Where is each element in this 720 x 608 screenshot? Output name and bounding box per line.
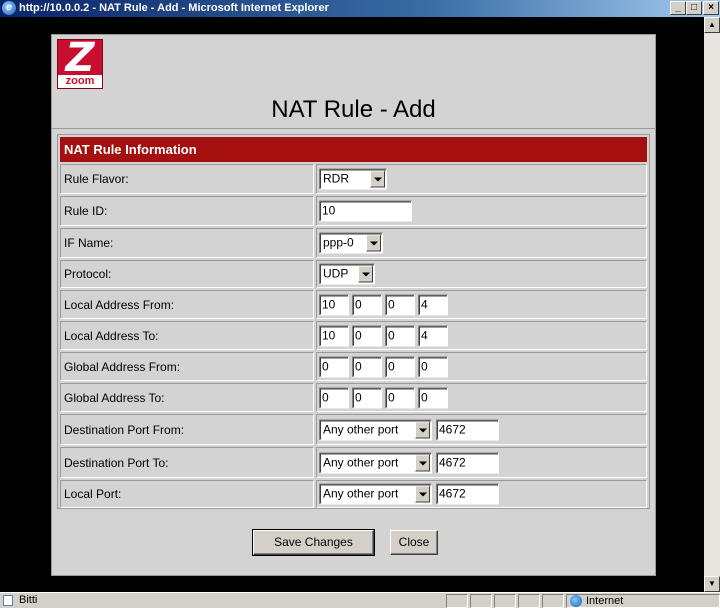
chevron-down-icon[interactable] <box>415 454 430 471</box>
page-panel: Z zoom NAT Rule - Add NAT Rule Informati… <box>51 34 656 576</box>
chevron-down-icon[interactable] <box>366 234 381 252</box>
destination-port-from-input[interactable]: 4672 <box>436 419 499 440</box>
vertical-scrollbar[interactable]: ▲ ▼ <box>704 17 720 592</box>
destination-port-to-select[interactable]: Any other port <box>319 452 432 473</box>
internet-zone-globe-icon <box>570 595 582 607</box>
local-address-to-label: Local Address To: <box>64 328 159 343</box>
close-button[interactable]: Close <box>390 530 438 555</box>
protocol-label: Protocol: <box>64 267 112 281</box>
page-title: NAT Rule - Add <box>271 96 436 123</box>
local-address-to-octet-2[interactable]: 0 <box>352 325 382 346</box>
global-address-to-octet-4[interactable]: 0 <box>418 387 448 408</box>
global-address-to-octet-3[interactable]: 0 <box>385 387 415 408</box>
destination-port-to-select-value: Any other port <box>323 455 399 469</box>
chevron-down-icon[interactable] <box>370 170 385 188</box>
local-port-select-value: Any other port <box>323 486 399 501</box>
chevron-down-icon[interactable] <box>358 265 373 283</box>
form-row-protocol: Protocol: UDP <box>60 260 647 288</box>
status-segment <box>446 594 468 608</box>
if-name-value: ppp-0 <box>323 235 354 250</box>
destination-port-to-input[interactable]: 4672 <box>436 452 499 473</box>
destination-port-to-label: Destination Port To: <box>64 455 169 470</box>
local-address-from-octet-1[interactable]: 10 <box>319 294 349 315</box>
destination-port-from-select-value: Any other port <box>323 422 399 436</box>
security-zone-panel: Internet <box>566 594 720 608</box>
form-row-if-name: IF Name: ppp-0 <box>60 228 647 258</box>
destination-port-from-select[interactable]: Any other port <box>319 419 432 440</box>
status-segment <box>542 594 564 608</box>
global-address-from-octet-4[interactable]: 0 <box>418 356 448 377</box>
chevron-down-icon[interactable] <box>415 485 430 503</box>
save-changes-button[interactable]: Save Changes <box>252 529 375 556</box>
local-address-from-octet-3[interactable]: 0 <box>385 294 415 315</box>
title-divider <box>52 128 655 129</box>
close-window-button[interactable]: × <box>703 1 719 15</box>
minimize-button[interactable]: _ <box>670 1 686 15</box>
destination-port-from-label: Destination Port From: <box>64 422 185 437</box>
global-address-from-octet-2[interactable]: 0 <box>352 356 382 377</box>
global-address-from-octet-3[interactable]: 0 <box>385 356 415 377</box>
if-name-select[interactable]: ppp-0 <box>319 232 383 254</box>
global-address-to-octet-1[interactable]: 0 <box>319 387 349 408</box>
rule-id-input[interactable]: 10 <box>319 200 412 222</box>
form-row-rule-id: Rule ID: 10 <box>60 196 647 226</box>
if-name-label: IF Name: <box>64 236 114 250</box>
local-address-from-octet-2[interactable]: 0 <box>352 294 382 315</box>
page-done-icon <box>3 595 13 606</box>
rule-flavor-label: Rule Flavor: <box>64 172 129 186</box>
rule-flavor-select[interactable]: RDR <box>319 168 387 190</box>
scroll-down-arrow-icon[interactable]: ▼ <box>704 576 720 592</box>
form-row-destination-port-from: Destination Port From: Any other port 46… <box>60 414 647 445</box>
local-port-select[interactable]: Any other port <box>319 483 432 505</box>
status-segment <box>470 594 492 608</box>
local-port-input[interactable]: 4672 <box>436 483 499 505</box>
local-port-label: Local Port: <box>64 487 122 501</box>
form-row-global-address-to: Global Address To: 0 0 0 0 <box>60 383 647 412</box>
local-address-to-octet-4[interactable]: 4 <box>418 325 448 346</box>
zoom-logo-glyph: Z <box>65 35 95 81</box>
status-bar: Bitti Internet <box>0 592 720 608</box>
window-title: http://10.0.0.2 - NAT Rule - Add - Micro… <box>19 2 329 14</box>
zoom-logo-text: zoom <box>58 75 102 88</box>
form-row-global-address-from: Global Address From: 0 0 0 0 <box>60 352 647 381</box>
protocol-select[interactable]: UDP <box>319 263 375 285</box>
window-title-bar[interactable]: e http://10.0.0.2 - NAT Rule - Add - Mic… <box>0 0 720 17</box>
status-segment <box>494 594 516 608</box>
rule-id-label: Rule ID: <box>64 204 108 218</box>
form-row-local-address-to: Local Address To: 10 0 0 4 <box>60 321 647 350</box>
form-row-destination-port-to: Destination Port To: Any other port 4672 <box>60 447 647 478</box>
local-address-from-octet-4[interactable]: 4 <box>418 294 448 315</box>
section-header: NAT Rule Information <box>60 137 647 162</box>
nat-rule-form: NAT Rule Information Rule Flavor: RDR Ru… <box>57 134 650 509</box>
maximize-button[interactable]: □ <box>686 1 702 15</box>
global-address-from-label: Global Address From: <box>64 359 181 374</box>
form-row-rule-flavor: Rule Flavor: RDR <box>60 164 647 194</box>
scroll-up-arrow-icon[interactable]: ▲ <box>704 17 720 33</box>
global-address-to-octet-2[interactable]: 0 <box>352 387 382 408</box>
status-text: Bitti <box>19 594 38 606</box>
protocol-value: UDP <box>323 266 349 281</box>
security-zone-label: Internet <box>586 595 624 607</box>
internet-explorer-icon: e <box>2 1 16 15</box>
form-row-local-port: Local Port: Any other port 4672 <box>60 480 647 508</box>
local-address-from-label: Local Address From: <box>64 297 175 312</box>
global-address-from-octet-1[interactable]: 0 <box>319 356 349 377</box>
chevron-down-icon[interactable] <box>415 421 430 438</box>
form-row-local-address-from: Local Address From: 10 0 0 4 <box>60 290 647 319</box>
local-address-to-octet-1[interactable]: 10 <box>319 325 349 346</box>
zoom-logo: Z zoom <box>57 35 103 89</box>
global-address-to-label: Global Address To: <box>64 390 165 405</box>
rule-flavor-value: RDR <box>323 171 349 186</box>
local-address-to-octet-3[interactable]: 0 <box>385 325 415 346</box>
status-segment <box>518 594 540 608</box>
